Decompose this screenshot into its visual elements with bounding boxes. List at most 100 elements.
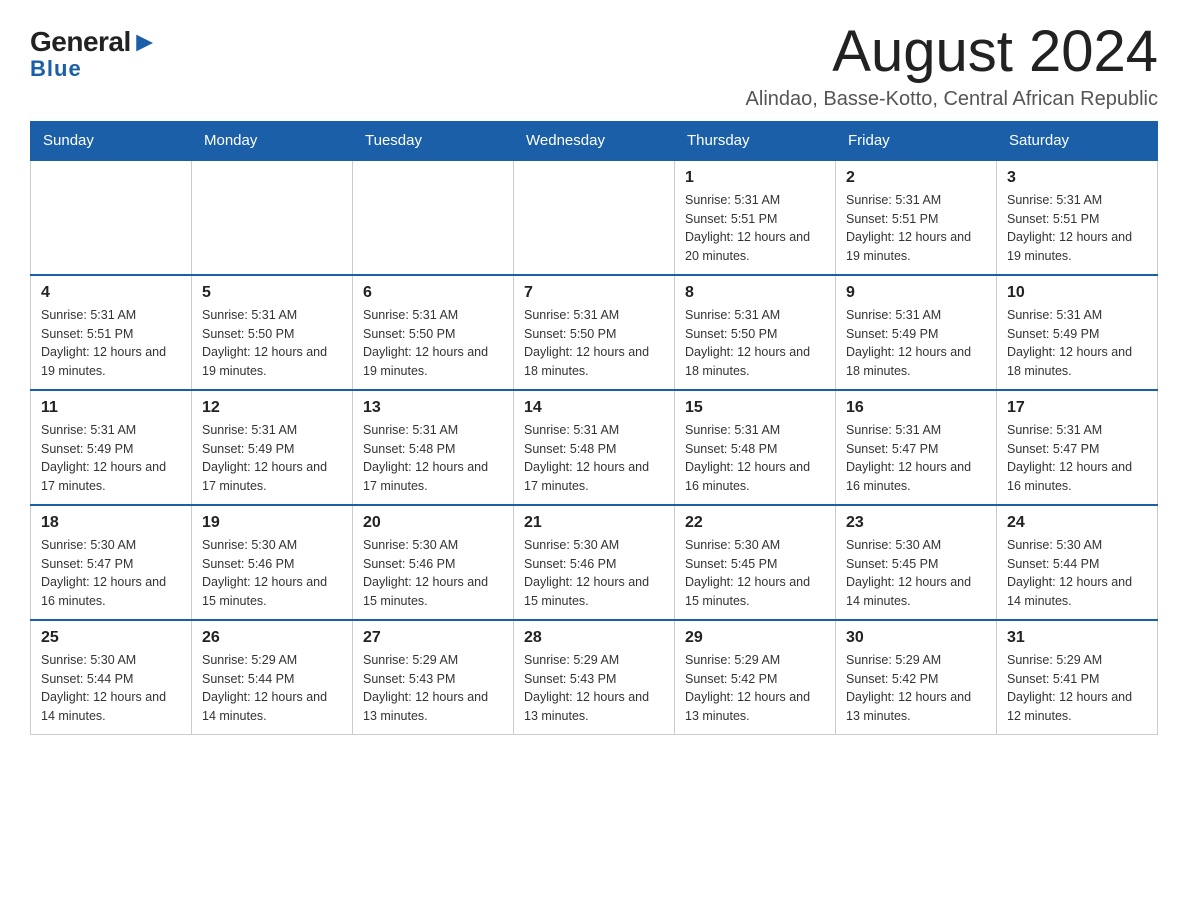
day-info: Sunrise: 5:31 AMSunset: 5:48 PMDaylight:…: [524, 421, 664, 496]
day-number: 23: [846, 514, 986, 532]
day-info: Sunrise: 5:31 AMSunset: 5:47 PMDaylight:…: [1007, 421, 1147, 496]
table-row: 14 Sunrise: 5:31 AMSunset: 5:48 PMDayligh…: [514, 390, 675, 505]
day-info: Sunrise: 5:31 AMSunset: 5:50 PMDaylight:…: [202, 306, 342, 381]
day-info: Sunrise: 5:30 AMSunset: 5:46 PMDaylight:…: [524, 536, 664, 611]
day-number: 31: [1007, 629, 1147, 647]
table-row: 17 Sunrise: 5:31 AMSunset: 5:47 PMDayligh…: [997, 390, 1158, 505]
table-row: 7Sunrise: 5:31 AMSunset: 5:50 PMDaylight…: [514, 275, 675, 390]
table-row: 31 Sunrise: 5:29 AMSunset: 5:41 PMDayligh…: [997, 620, 1158, 735]
table-row: 25Sunrise: 5:30 AMSunset: 5:44 PMDayligh…: [31, 620, 192, 735]
day-info: Sunrise: 5:29 AMSunset: 5:42 PMDaylight:…: [685, 651, 825, 726]
table-row: 23 Sunrise: 5:30 AMSunset: 5:45 PMDayligh…: [836, 505, 997, 620]
day-number: 5: [202, 284, 342, 302]
table-row: [192, 160, 353, 275]
day-number: 18: [41, 514, 181, 532]
header-monday: Monday: [192, 121, 353, 160]
table-row: 6Sunrise: 5:31 AMSunset: 5:50 PMDaylight…: [353, 275, 514, 390]
header-sunday: Sunday: [31, 121, 192, 160]
day-number: 13: [363, 399, 503, 417]
day-info: Sunrise: 5:31 AMSunset: 5:49 PMDaylight:…: [202, 421, 342, 496]
day-number: 19: [202, 514, 342, 532]
header-thursday: Thursday: [675, 121, 836, 160]
table-row: 24 Sunrise: 5:30 AMSunset: 5:44 PMDayligh…: [997, 505, 1158, 620]
day-number: 21: [524, 514, 664, 532]
day-info: Sunrise: 5:31 AMSunset: 5:47 PMDaylight:…: [846, 421, 986, 496]
day-info: Sunrise: 5:31 AMSunset: 5:49 PMDaylight:…: [1007, 306, 1147, 381]
day-info: Sunrise: 5:30 AMSunset: 5:46 PMDaylight:…: [202, 536, 342, 611]
table-row: 20Sunrise: 5:30 AMSunset: 5:46 PMDayligh…: [353, 505, 514, 620]
day-number: 16: [846, 399, 986, 417]
table-row: 22Sunrise: 5:30 AMSunset: 5:45 PMDayligh…: [675, 505, 836, 620]
day-info: Sunrise: 5:31 AMSunset: 5:48 PMDaylight:…: [685, 421, 825, 496]
day-number: 14: [524, 399, 664, 417]
day-info: Sunrise: 5:31 AMSunset: 5:51 PMDaylight:…: [685, 191, 825, 266]
day-number: 4: [41, 284, 181, 302]
calendar-week-row: 4Sunrise: 5:31 AMSunset: 5:51 PMDaylight…: [31, 275, 1158, 390]
logo-arrow-icon: ►: [131, 26, 158, 57]
day-number: 20: [363, 514, 503, 532]
calendar-week-row: 11 Sunrise: 5:31 AMSunset: 5:49 PMDayligh…: [31, 390, 1158, 505]
day-info: Sunrise: 5:29 AMSunset: 5:43 PMDaylight:…: [524, 651, 664, 726]
table-row: 21 Sunrise: 5:30 AMSunset: 5:46 PMDayligh…: [514, 505, 675, 620]
day-info: Sunrise: 5:29 AMSunset: 5:43 PMDaylight:…: [363, 651, 503, 726]
day-number: 9: [846, 284, 986, 302]
calendar-week-row: 18 Sunrise: 5:30 AMSunset: 5:47 PMDayligh…: [31, 505, 1158, 620]
day-number: 11: [41, 399, 181, 417]
logo: General► Blue: [30, 20, 158, 80]
table-row: 8 Sunrise: 5:31 AMSunset: 5:50 PMDaylight…: [675, 275, 836, 390]
table-row: 28 Sunrise: 5:29 AMSunset: 5:43 PMDayligh…: [514, 620, 675, 735]
day-info: Sunrise: 5:31 AMSunset: 5:51 PMDaylight:…: [1007, 191, 1147, 266]
table-row: 27Sunrise: 5:29 AMSunset: 5:43 PMDayligh…: [353, 620, 514, 735]
table-row: 30 Sunrise: 5:29 AMSunset: 5:42 PMDayligh…: [836, 620, 997, 735]
table-row: 3Sunrise: 5:31 AMSunset: 5:51 PMDaylight…: [997, 160, 1158, 275]
day-info: Sunrise: 5:29 AMSunset: 5:41 PMDaylight:…: [1007, 651, 1147, 726]
day-number: 22: [685, 514, 825, 532]
day-number: 12: [202, 399, 342, 417]
calendar-header-row: Sunday Monday Tuesday Wednesday Thursday…: [31, 121, 1158, 160]
day-info: Sunrise: 5:29 AMSunset: 5:42 PMDaylight:…: [846, 651, 986, 726]
table-row: 16 Sunrise: 5:31 AMSunset: 5:47 PMDayligh…: [836, 390, 997, 505]
day-info: Sunrise: 5:30 AMSunset: 5:45 PMDaylight:…: [846, 536, 986, 611]
day-info: Sunrise: 5:29 AMSunset: 5:44 PMDaylight:…: [202, 651, 342, 726]
day-number: 28: [524, 629, 664, 647]
calendar-week-row: 1 Sunrise: 5:31 AMSunset: 5:51 PMDaylight…: [31, 160, 1158, 275]
table-row: [514, 160, 675, 275]
day-info: Sunrise: 5:30 AMSunset: 5:44 PMDaylight:…: [1007, 536, 1147, 611]
table-row: [31, 160, 192, 275]
header-tuesday: Tuesday: [353, 121, 514, 160]
logo-blue-text: Blue: [30, 58, 82, 80]
table-row: 13 Sunrise: 5:31 AMSunset: 5:48 PMDayligh…: [353, 390, 514, 505]
day-info: Sunrise: 5:31 AMSunset: 5:51 PMDaylight:…: [846, 191, 986, 266]
table-row: 5 Sunrise: 5:31 AMSunset: 5:50 PMDaylight…: [192, 275, 353, 390]
table-row: 18 Sunrise: 5:30 AMSunset: 5:47 PMDayligh…: [31, 505, 192, 620]
header-wednesday: Wednesday: [514, 121, 675, 160]
day-number: 24: [1007, 514, 1147, 532]
day-number: 1: [685, 169, 825, 187]
day-number: 29: [685, 629, 825, 647]
day-number: 2: [846, 169, 986, 187]
day-info: Sunrise: 5:31 AMSunset: 5:48 PMDaylight:…: [363, 421, 503, 496]
day-number: 25: [41, 629, 181, 647]
table-row: 29 Sunrise: 5:29 AMSunset: 5:42 PMDayligh…: [675, 620, 836, 735]
logo-general-text: General►: [30, 28, 158, 56]
header: General► Blue August 2024 Alindao, Basse…: [30, 20, 1158, 111]
day-info: Sunrise: 5:31 AMSunset: 5:49 PMDaylight:…: [41, 421, 181, 496]
day-info: Sunrise: 5:31 AMSunset: 5:50 PMDaylight:…: [524, 306, 664, 381]
day-info: Sunrise: 5:31 AMSunset: 5:50 PMDaylight:…: [685, 306, 825, 381]
title-area: August 2024 Alindao, Basse-Kotto, Centra…: [746, 20, 1158, 111]
day-number: 30: [846, 629, 986, 647]
day-number: 6: [363, 284, 503, 302]
table-row: [353, 160, 514, 275]
day-number: 17: [1007, 399, 1147, 417]
table-row: 12 Sunrise: 5:31 AMSunset: 5:49 PMDayligh…: [192, 390, 353, 505]
day-number: 15: [685, 399, 825, 417]
table-row: 2 Sunrise: 5:31 AMSunset: 5:51 PMDaylight…: [836, 160, 997, 275]
day-number: 8: [685, 284, 825, 302]
month-year-title: August 2024: [746, 20, 1158, 84]
table-row: 9Sunrise: 5:31 AMSunset: 5:49 PMDaylight…: [836, 275, 997, 390]
day-info: Sunrise: 5:30 AMSunset: 5:47 PMDaylight:…: [41, 536, 181, 611]
table-row: 26 Sunrise: 5:29 AMSunset: 5:44 PMDayligh…: [192, 620, 353, 735]
day-number: 26: [202, 629, 342, 647]
table-row: 4Sunrise: 5:31 AMSunset: 5:51 PMDaylight…: [31, 275, 192, 390]
table-row: 19 Sunrise: 5:30 AMSunset: 5:46 PMDayligh…: [192, 505, 353, 620]
